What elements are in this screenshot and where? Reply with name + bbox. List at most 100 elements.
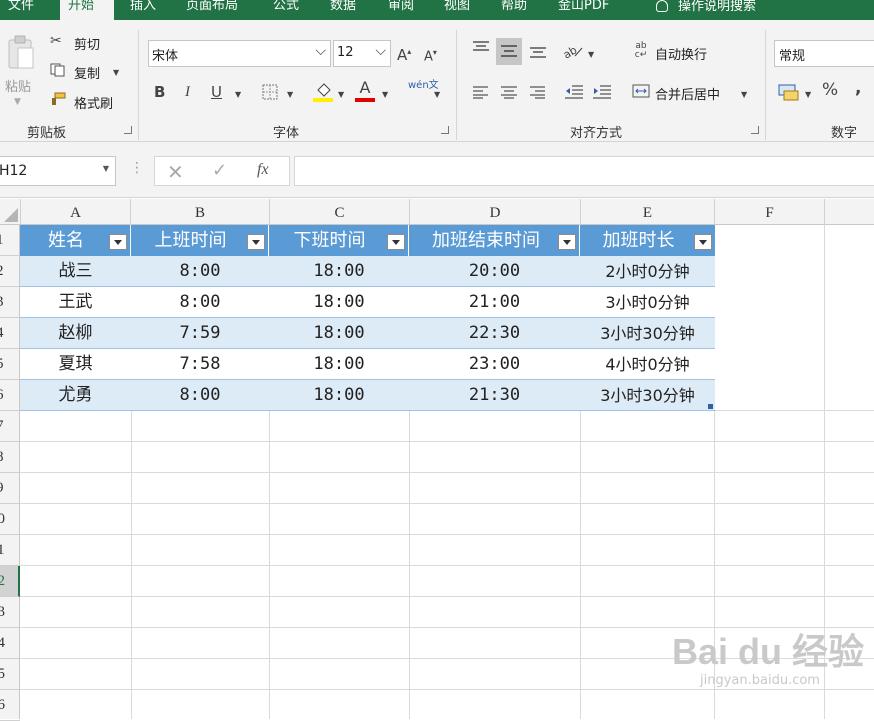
align-left-icon[interactable]	[470, 85, 492, 101]
table-cell[interactable]: 战三	[20, 256, 131, 287]
row-header[interactable]: 4	[0, 318, 20, 349]
table-cell[interactable]: 18:00	[269, 380, 409, 411]
row-header[interactable]: 9	[0, 473, 20, 504]
decrease-indent-icon[interactable]	[563, 83, 585, 101]
table-cell[interactable]: 18:00	[269, 287, 409, 318]
copy-button[interactable]: 复制	[74, 63, 100, 82]
grow-font-button[interactable]: A▴	[397, 44, 411, 63]
table-cell[interactable]: 王武	[20, 287, 131, 318]
column-header-f[interactable]: F	[715, 199, 825, 225]
tab-data[interactable]: 数据	[322, 0, 364, 20]
table-resize-handle[interactable]	[708, 404, 713, 409]
row-header[interactable]: 3	[0, 287, 20, 318]
table-cell[interactable]: 4小时0分钟	[580, 349, 715, 380]
column-header-a[interactable]: A	[21, 199, 131, 225]
paste-dropdown-icon[interactable]: ▼	[14, 94, 21, 110]
tell-me-search[interactable]: 操作说明搜索	[648, 0, 764, 20]
accounting-dropdown-icon[interactable]: ▼	[805, 87, 811, 103]
row-header[interactable]: 10	[0, 504, 20, 535]
column-header-d[interactable]: D	[410, 199, 581, 225]
align-top-icon[interactable]	[470, 40, 492, 60]
row-header[interactable]: 13	[0, 597, 20, 628]
table-header-cell[interactable]: 上班时间	[131, 225, 269, 256]
table-cell[interactable]: 赵柳	[20, 318, 131, 349]
fill-color-dropdown-icon[interactable]: ▼	[338, 87, 344, 103]
filter-dropdown-icon[interactable]	[247, 234, 265, 250]
comma-style-button[interactable]: ,	[855, 80, 861, 97]
filter-dropdown-icon[interactable]	[109, 234, 127, 250]
table-cell[interactable]: 18:00	[269, 349, 409, 380]
table-cell[interactable]: 3小时30分钟	[580, 318, 715, 349]
merge-center-button[interactable]: 合并后居中	[655, 84, 720, 103]
tab-view[interactable]: 视图	[436, 0, 478, 20]
orientation-dropdown-icon[interactable]: ▼	[588, 47, 594, 63]
table-cell[interactable]: 21:00	[409, 287, 580, 318]
tab-review[interactable]: 审阅	[380, 0, 422, 20]
font-color-dropdown-icon[interactable]: ▼	[382, 87, 388, 103]
table-cell[interactable]: 7:59	[131, 318, 269, 349]
alignment-launcher-icon[interactable]	[751, 126, 759, 134]
row-header[interactable]: 16	[0, 690, 20, 721]
table-cell[interactable]: 3小时30分钟	[580, 380, 715, 411]
column-header-e[interactable]: E	[581, 199, 715, 225]
table-header-cell[interactable]: 下班时间	[269, 225, 409, 256]
table-cell[interactable]: 7:58	[131, 349, 269, 380]
underline-dropdown-icon[interactable]: ▼	[235, 87, 241, 103]
paste-button[interactable]	[4, 34, 38, 74]
more-options-icon[interactable]: ⋮	[130, 160, 144, 176]
underline-button[interactable]: U	[211, 84, 222, 100]
table-cell[interactable]: 18:00	[269, 318, 409, 349]
table-cell[interactable]: 8:00	[131, 380, 269, 411]
worksheet-grid[interactable]: 姓名 上班时间 下班时间 加班结束时间 加班时长 战三 8:00 18:00 2…	[20, 225, 874, 719]
select-all-button[interactable]	[0, 199, 21, 225]
row-header[interactable]: 2	[0, 256, 20, 287]
align-middle-icon[interactable]	[496, 38, 522, 65]
filter-dropdown-icon[interactable]	[387, 234, 405, 250]
table-cell[interactable]: 18:00	[269, 256, 409, 287]
row-header[interactable]: 7	[0, 411, 20, 442]
percent-button[interactable]: %	[822, 82, 838, 99]
tab-formulas[interactable]: 公式	[265, 0, 307, 20]
name-box[interactable]: H12 ▼	[0, 156, 116, 186]
table-cell[interactable]: 8:00	[131, 256, 269, 287]
column-header-c[interactable]: C	[270, 199, 410, 225]
filter-dropdown-icon[interactable]	[694, 234, 712, 250]
insert-function-icon[interactable]: fx	[257, 161, 269, 179]
shrink-font-button[interactable]: A▾	[424, 45, 437, 65]
table-cell[interactable]: 8:00	[131, 287, 269, 318]
tab-help[interactable]: 帮助	[493, 0, 535, 20]
borders-dropdown-icon[interactable]: ▼	[287, 87, 293, 103]
row-header[interactable]: 8	[0, 442, 20, 473]
font-name-select[interactable]: 宋体 ⌵	[148, 40, 331, 67]
accounting-format-icon[interactable]	[778, 82, 802, 102]
table-cell[interactable]: 20:00	[409, 256, 580, 287]
tab-home[interactable]: 开始	[60, 0, 114, 20]
cancel-icon[interactable]: ✕	[167, 160, 184, 184]
wrap-text-button[interactable]: 自动换行	[655, 44, 707, 63]
table-cell[interactable]: 3小时0分钟	[580, 287, 715, 318]
align-right-icon[interactable]	[526, 85, 548, 101]
format-painter-button[interactable]: 格式刷	[74, 93, 113, 112]
copy-dropdown-icon[interactable]: ▼	[113, 65, 119, 81]
table-cell[interactable]: 夏琪	[20, 349, 131, 380]
number-format-select[interactable]: 常规	[774, 40, 874, 67]
font-launcher-icon[interactable]	[441, 126, 449, 134]
formula-input[interactable]	[294, 156, 874, 186]
table-cell[interactable]: 23:00	[409, 349, 580, 380]
row-header[interactable]: 14	[0, 628, 20, 659]
table-cell[interactable]: 2小时0分钟	[580, 256, 715, 287]
table-cell[interactable]: 21:30	[409, 380, 580, 411]
cut-button[interactable]: 剪切	[74, 34, 100, 53]
table-header-cell[interactable]: 加班时长	[580, 225, 715, 256]
fill-color-icon[interactable]	[313, 80, 333, 102]
tab-kingsoft-pdf[interactable]: 金山PDF	[550, 0, 617, 20]
table-header-cell[interactable]: 加班结束时间	[409, 225, 580, 256]
table-header-cell[interactable]: 姓名	[20, 225, 131, 256]
tab-page-layout[interactable]: 页面布局	[178, 0, 246, 20]
increase-indent-icon[interactable]	[591, 83, 613, 101]
row-header-active[interactable]: 12	[0, 566, 20, 597]
table-cell[interactable]: 尤勇	[20, 380, 131, 411]
row-header[interactable]: 6	[0, 380, 20, 411]
text-orientation-icon[interactable]: ab	[561, 42, 584, 62]
font-size-select[interactable]: 12 ⌵	[333, 40, 391, 67]
